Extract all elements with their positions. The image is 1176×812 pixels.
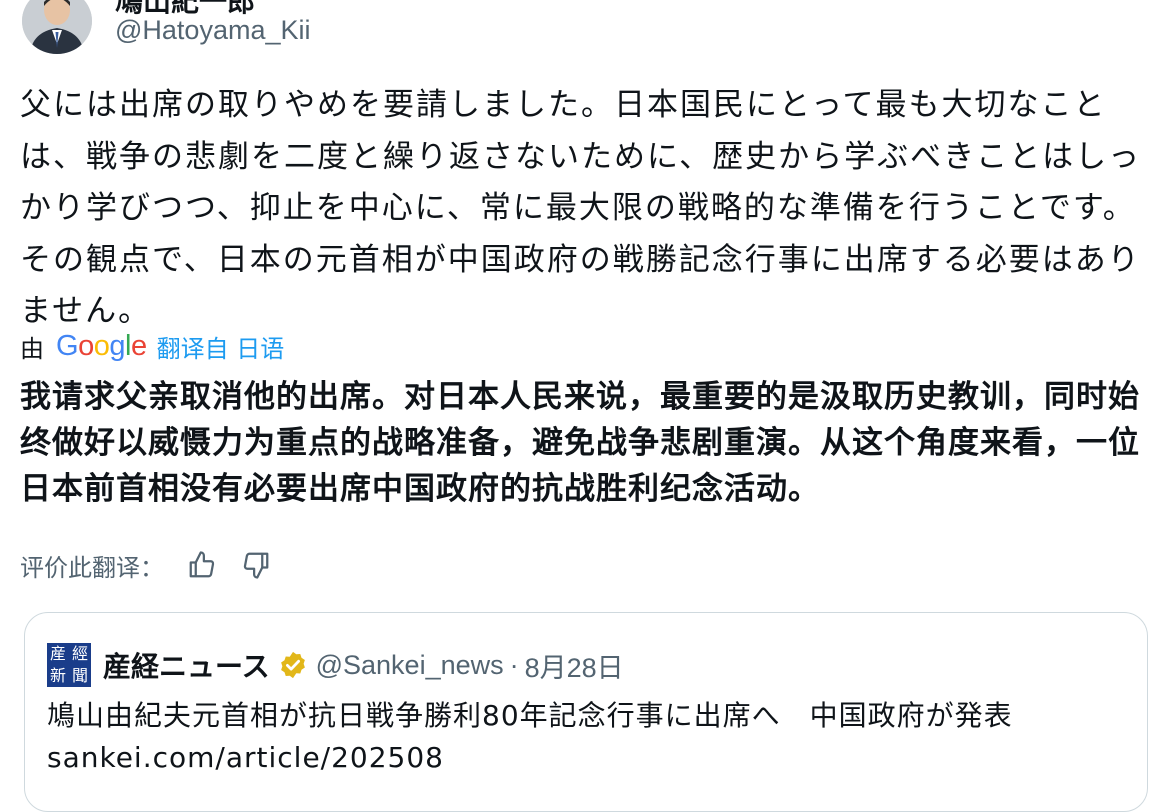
meta-separator: · [509,649,519,680]
translated-text: 我请求父亲取消他的出席。对日本人民来说，最重要的是汲取历史教训，同时始终做好以威… [20,379,1140,507]
quoted-tweet-body: 鳩山由紀夫元首相が抗日戦争勝利80年記念行事に出席へ 中国政府が発表 [47,699,1013,732]
quoted-tweet-card[interactable]: 産 經 新 聞 産経ニュース @Sankei_news · 8月28日 鳩山由紀… [24,612,1148,812]
translated-from-link[interactable]: 翻译自 日语 [157,329,285,364]
quoted-tweet-link[interactable]: sankei.com/article/202508 [47,737,1127,779]
logo-char: 聞 [71,666,88,685]
tweet-text: 父には出席の取りやめを要請しました。日本国民にとって最も大切なことは、戦争の悲劇… [20,87,1142,329]
author-avatar[interactable] [22,0,92,54]
translated-by-label: 由 [20,334,44,363]
tweet-header: 鳩山紀一郎 @Hatoyama_Kii [0,0,1176,60]
verified-badge-icon [280,651,305,679]
logo-char: 産 [49,644,66,663]
quoted-tweet-text: 鳩山由紀夫元首相が抗日戦争勝利80年記念行事に出席へ 中国政府が発表 sanke… [47,695,1127,779]
translation-attribution: 由 Google 翻译自 日语 [20,326,284,366]
quoted-tweet-header: 産 經 新 聞 産経ニュース @Sankei_news · 8月28日 [47,643,624,687]
logo-char: 經 [71,644,88,663]
rate-translation-bar: 评价此翻译： [20,545,272,585]
thumbs-down-icon[interactable] [240,549,272,581]
author-handle[interactable]: @Hatoyama_Kii [115,15,311,46]
rate-translation-label: 评价此翻译： [20,553,164,582]
thumbs-up-icon[interactable] [186,549,218,581]
google-logo: Google [56,329,147,362]
quoted-tweet-date[interactable]: 8月28日 [525,646,624,685]
logo-char: 新 [49,666,66,685]
quoted-author-name[interactable]: 産経ニュース [103,645,270,685]
sankei-logo: 産 經 新 聞 [47,643,91,687]
quoted-author-handle[interactable]: @Sankei_news [316,650,504,681]
